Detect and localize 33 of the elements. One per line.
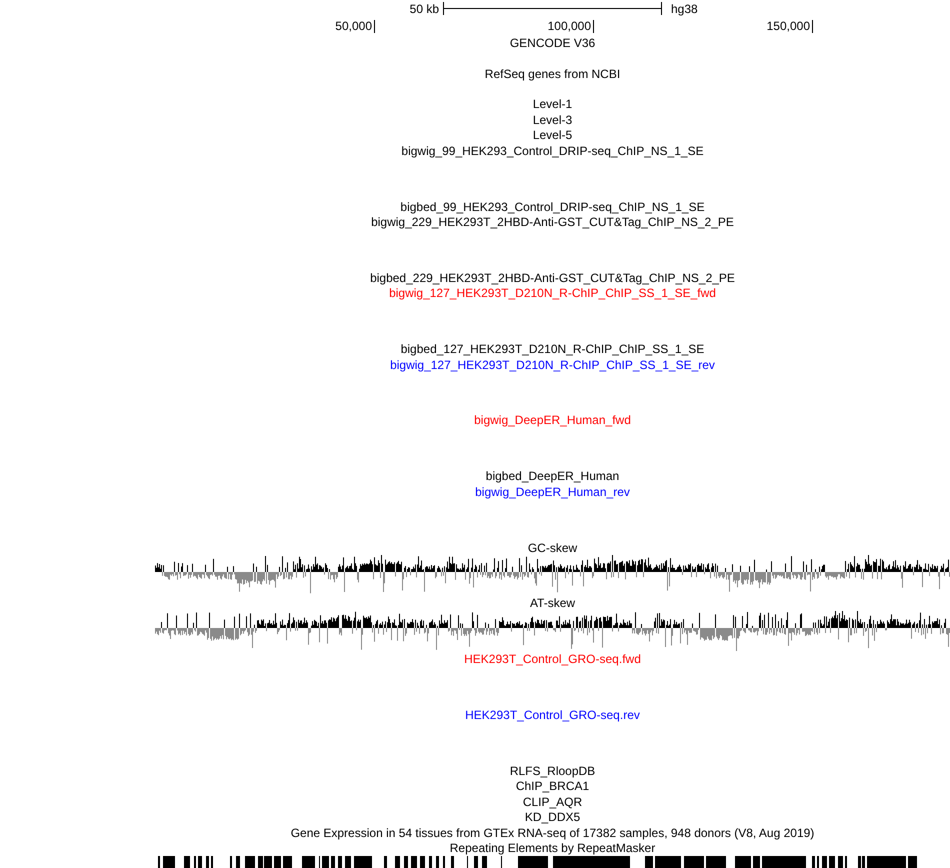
track-label: RLFS_RloopDB	[510, 764, 596, 778]
ruler-tick-label: 50,000	[335, 19, 372, 33]
track-label: bigwig_DeepER_Human_rev	[475, 484, 630, 499]
track-label: AT-skew	[530, 596, 576, 610]
track-label: bigbed_229_HEK293T_2HBD-Anti-GST_CUT&Tag_ChIP_NS_2_PE	[370, 270, 735, 285]
track-label: ChIP_BRCA1	[516, 779, 590, 794]
assembly-label: hg38	[671, 2, 698, 16]
track-label: bigwig_DeepER_Human_fwd	[474, 413, 631, 428]
ruler-tick-mark	[374, 20, 375, 32]
track-label: Level-1	[532, 97, 572, 112]
track-label: GENCODE V36	[510, 36, 596, 50]
scale-length-label: 50 kb	[410, 2, 439, 16]
ruler-tick-mark	[812, 20, 813, 32]
track-label: RefSeq genes from NCBI	[484, 66, 620, 81]
track-label: Level-3	[532, 112, 572, 127]
track-label: bigwig_127_HEK293T_D210N_R-ChIP_ChIP_SS_1_SE_rev	[390, 358, 715, 372]
track-label: bigwig_127_HEK293T_D210N_R-ChIP_ChIP_SS_1_SE_fwd	[389, 286, 716, 300]
ruler-tick-mark	[593, 20, 594, 32]
track-label: Level-5	[532, 128, 572, 142]
track-label: bigbed_127_HEK293T_D210N_R-ChIP_ChIP_SS_1_SE	[400, 342, 704, 356]
track-label: bigbed_DeepER_Human	[486, 469, 620, 484]
ruler-tick-label: 150,000	[766, 19, 810, 33]
track-label: CLIP_AQR	[522, 794, 582, 809]
track-label: bigwig_229_HEK293T_2HBD-Anti-GST_CUT&Tag_ChIP_NS_2_PE	[371, 215, 734, 230]
track-label: Repeating Elements by RepeatMasker	[450, 841, 656, 856]
track-label: KD_DDX5	[524, 810, 580, 824]
track-label: Gene Expression in 54 tissues from GTEx RNA-seq of 17382 samples, 948 donors (V8, Aug 2019)	[290, 826, 814, 840]
track-label: bigwig_99_HEK293_Control_DRIP-seq_ChIP_NS_1_SE	[401, 144, 704, 158]
track-label: HEK293T_Control_GRO-seq.rev	[465, 708, 640, 722]
track-label: GC-skew	[528, 540, 578, 555]
ruler-tick-label: 100,000	[548, 19, 591, 33]
track-label: bigbed_99_HEK293_Control_DRIP-seq_ChIP_NS_1_SE	[400, 200, 705, 214]
track-label: HEK293T_Control_GRO-seq.fwd	[464, 652, 641, 666]
